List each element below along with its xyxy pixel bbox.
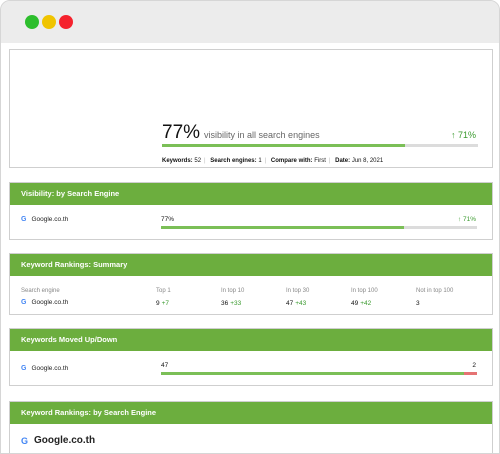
cell-delta: +42 (360, 300, 372, 307)
cell-value: 49 (351, 300, 359, 307)
title-bar (1, 1, 499, 43)
table-cell: 47 +43 (286, 300, 306, 307)
meta-label: Date: (335, 158, 351, 164)
meta-value: 52 (194, 158, 202, 164)
card-title: Keyword Rankings: Summary (10, 254, 492, 276)
card-title: Keywords Moved Up/Down (10, 329, 492, 351)
cell-delta: +7 (161, 300, 170, 307)
card-title: Visibility: by Search Engine (10, 183, 492, 205)
meta-label: Compare with: (270, 158, 313, 164)
moved-up-bar (161, 372, 465, 375)
google-icon: G (21, 216, 27, 223)
visibility-percent: 77% (162, 122, 201, 143)
cell-value: 47 (286, 300, 294, 307)
column-header: Not in top 100 (416, 288, 454, 294)
engine-heading: G Google.co.th (21, 435, 95, 446)
visibility-by-engine-card: Visibility: by Search Engine G Google.co… (9, 182, 493, 240)
google-icon: G (21, 365, 27, 372)
visibility-trend: ↑ 71% (450, 130, 476, 140)
engine-label: Google.co.th (31, 216, 69, 223)
google-icon: G (21, 435, 29, 446)
table-cell: 9 +7 (156, 300, 169, 307)
cell-value: 3 (416, 300, 420, 307)
cell-value: 36 (221, 300, 229, 307)
column-header: Top 1 (156, 288, 171, 294)
google-icon: G (21, 299, 27, 306)
engine-visibility-bar (161, 226, 477, 229)
column-header: In top 30 (286, 288, 310, 294)
moved-down-count: 2 (472, 362, 476, 369)
keyword-rankings-by-engine-card: Keyword Rankings: by Search Engine G Goo… (9, 401, 493, 453)
table-cell: 49 +42 (351, 300, 371, 307)
engine-visibility-bar-fill (161, 226, 405, 229)
cell-delta: +43 (295, 300, 307, 307)
keyword-rankings-summary-card: Keyword Rankings: Summary Search engine … (9, 253, 493, 315)
column-header: In top 10 (221, 288, 245, 294)
engine-label: Google.co.th (31, 299, 69, 306)
meta-label: Keywords: (162, 158, 193, 164)
cell-value: 9 (156, 300, 160, 307)
minimize-button[interactable] (42, 15, 56, 29)
column-header: Search engine (21, 288, 60, 294)
close-button[interactable] (59, 15, 73, 29)
meta-value: 1 (258, 158, 262, 164)
engine-name: G Google.co.th (21, 216, 68, 223)
meta-value: Jun 8, 2021 (351, 158, 384, 164)
visibility-value: 77% (161, 216, 175, 223)
moved-bar (161, 372, 477, 375)
maximize-button[interactable] (25, 15, 39, 29)
visibility-bar (162, 144, 478, 147)
table-cell: 3 (416, 300, 422, 307)
cell-delta: +33 (230, 300, 242, 307)
meta-label: Search engines: (210, 158, 257, 164)
visibility-headline: 77% visibility in all search engines (162, 122, 320, 144)
report-content: 77% visibility in all search engines ↑ 7… (1, 43, 499, 453)
card-title: Keyword Rankings: by Search Engine (10, 402, 492, 424)
visibility-text: visibility in all search engines (204, 130, 320, 140)
keywords-moved-card: Keywords Moved Up/Down G Google.co.th 47… (9, 328, 493, 386)
visibility-trend: ↑ 71% (457, 216, 476, 223)
table-cell: 36 +33 (221, 300, 241, 307)
column-header: In top 100 (351, 288, 378, 294)
engine-name: G Google.co.th (21, 365, 68, 372)
moved-down-bar (464, 372, 477, 375)
meta-value: First (314, 158, 326, 164)
engine-label: Google.co.th (34, 435, 96, 446)
visibility-summary-card: 77% visibility in all search engines ↑ 7… (9, 49, 493, 168)
moved-up-count: 47 (161, 362, 169, 369)
browser-window: 77% visibility in all search engines ↑ 7… (0, 0, 500, 454)
visibility-bar-fill (162, 144, 406, 147)
engine-label: Google.co.th (31, 365, 69, 372)
report-meta: Keywords: 52 | Search engines: 1 | Compare… (162, 158, 384, 164)
engine-name: G Google.co.th (21, 299, 68, 306)
